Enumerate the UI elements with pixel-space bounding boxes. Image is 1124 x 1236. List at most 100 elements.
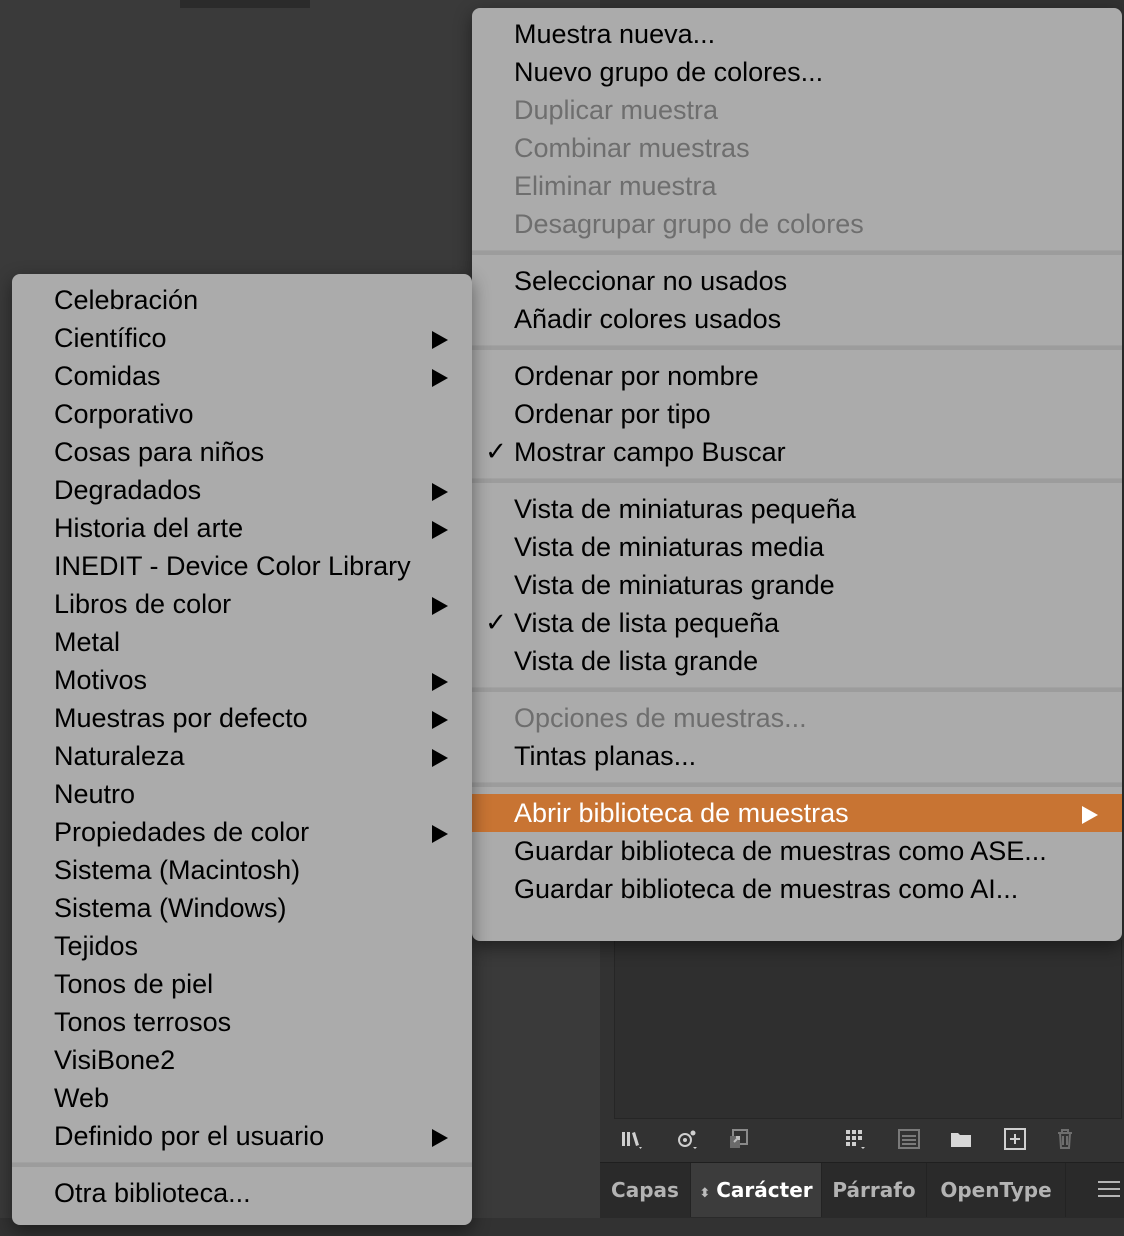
menu-group: Otra biblioteca...: [12, 1167, 472, 1212]
library-item-sistema-macintosh[interactable]: Sistema (Macintosh): [12, 851, 472, 889]
menu-item-spot-colors[interactable]: Tintas planas...: [472, 737, 1122, 775]
menu-item-sort-by-name[interactable]: Ordenar por nombre: [472, 357, 1122, 395]
menu-item-label: Historia del arte: [54, 513, 244, 543]
swatches-list-area[interactable]: [614, 940, 1122, 1119]
swatch-libraries-icon[interactable]: [618, 1126, 644, 1152]
library-item-muestras-por-defecto[interactable]: Muestras por defecto: [12, 699, 472, 737]
library-item-propiedades-de-color[interactable]: Propiedades de color: [12, 813, 472, 851]
submenu-arrow-icon: [432, 483, 448, 501]
library-item-otra-biblioteca[interactable]: Otra biblioteca...: [12, 1174, 472, 1212]
menu-item-label: Abrir biblioteca de muestras: [514, 798, 849, 828]
swatch-list-icon[interactable]: [896, 1126, 922, 1152]
show-swatch-kinds-icon[interactable]: [674, 1126, 700, 1152]
library-item-definido-por-el-usuario[interactable]: Definido por el usuario: [12, 1117, 472, 1155]
library-item-metal[interactable]: Metal: [12, 623, 472, 661]
menu-item-merge-swatches: Combinar muestras: [514, 133, 750, 163]
menu-item-select-unused[interactable]: Seleccionar no usados: [472, 262, 1122, 300]
submenu-arrow-icon: [432, 673, 448, 691]
new-color-group-grid-icon[interactable]: [842, 1126, 868, 1152]
submenu-arrow-icon: [432, 521, 448, 539]
library-item-celebracion[interactable]: Celebración: [12, 281, 472, 319]
submenu-arrow-icon: [432, 711, 448, 729]
menu-item-label: Degradados: [54, 475, 202, 505]
tab-capas[interactable]: Capas: [600, 1163, 691, 1217]
menu-item-open-swatch-library[interactable]: Abrir biblioteca de muestras: [472, 794, 1122, 832]
delete-swatch-icon[interactable]: [1052, 1126, 1078, 1152]
library-item-naturaleza[interactable]: Naturaleza: [12, 737, 472, 775]
stepper-arrows-icon: ⬍: [699, 1186, 711, 1201]
panel-menu-icon[interactable]: [1098, 1181, 1120, 1199]
menu-item-label: Definido por el usuario: [54, 1121, 325, 1151]
checkmark-icon: ✓: [485, 608, 507, 638]
menu-item-sort-by-kind[interactable]: Ordenar por tipo: [472, 395, 1122, 433]
menu-item-label: Vista de lista pequeña: [514, 608, 780, 638]
new-color-group-folder-icon[interactable]: [948, 1126, 974, 1152]
menu-item-save-library-ase[interactable]: Guardar biblioteca de muestras como ASE.…: [472, 832, 1122, 870]
menu-item-ungroup-color-group: Desagrupar grupo de colores: [514, 209, 864, 239]
library-item-neutro[interactable]: Neutro: [12, 775, 472, 813]
background-panel-strip: [180, 0, 310, 8]
menu-group: Abrir biblioteca de muestras Guardar bib…: [472, 787, 1122, 908]
menu-item-label: Muestras por defecto: [54, 703, 308, 733]
submenu-arrow-icon: [432, 369, 448, 387]
library-item-cosas-para-ninos[interactable]: Cosas para niños: [12, 433, 472, 471]
menu-item-large-thumbnail-view[interactable]: Vista de miniaturas grande: [472, 566, 1122, 604]
library-item-historia-del-arte[interactable]: Historia del arte: [12, 509, 472, 547]
new-swatch-icon[interactable]: [1002, 1126, 1028, 1152]
library-item-tonos-de-piel[interactable]: Tonos de piel: [12, 965, 472, 1003]
menu-item-medium-thumbnail-view[interactable]: Vista de miniaturas media: [472, 528, 1122, 566]
submenu-arrow-icon: [432, 749, 448, 767]
library-item-cientifico[interactable]: Científico: [12, 319, 472, 357]
menu-item-label: Motivos: [54, 665, 148, 695]
menu-item-label: Científico: [54, 323, 167, 353]
library-item-corporativo[interactable]: Corporativo: [12, 395, 472, 433]
menu-item-small-thumbnail-view[interactable]: Vista de miniaturas pequeña: [472, 490, 1122, 528]
menu-item-label: Comidas: [54, 361, 161, 391]
swatch-options-icon[interactable]: [726, 1126, 752, 1152]
library-item-comidas[interactable]: Comidas: [12, 357, 472, 395]
library-item-tejidos[interactable]: Tejidos: [12, 927, 472, 965]
submenu-arrow-icon: [432, 597, 448, 615]
library-item-web[interactable]: Web: [12, 1079, 472, 1117]
library-item-tonos-terrosos[interactable]: Tonos terrosos: [12, 1003, 472, 1041]
library-item-libros-de-color[interactable]: Libros de color: [12, 585, 472, 623]
tab-parrafo[interactable]: Párrafo: [822, 1163, 927, 1217]
menu-item-label: Propiedades de color: [54, 817, 310, 847]
menu-group: Seleccionar no usados Añadir colores usa…: [472, 255, 1122, 338]
swatches-panel-menu: Muestra nueva... Nuevo grupo de colores.…: [472, 8, 1122, 941]
library-item-sistema-windows[interactable]: Sistema (Windows): [12, 889, 472, 927]
panel-tab-bar: Capas ⬍ Carácter Párrafo OpenType: [600, 1162, 1124, 1219]
library-item-degradados[interactable]: Degradados: [12, 471, 472, 509]
library-item-visibone2[interactable]: VisiBone2: [12, 1041, 472, 1079]
tab-opentype[interactable]: OpenType: [927, 1163, 1066, 1217]
menu-item-swatch-options: Opciones de muestras...: [514, 703, 807, 733]
menu-group: Vista de miniaturas pequeña Vista de min…: [472, 483, 1122, 680]
submenu-arrow-icon: [1082, 806, 1098, 824]
library-item-inedit[interactable]: INEDIT - Device Color Library: [12, 547, 472, 585]
menu-item-new-color-group[interactable]: Nuevo grupo de colores...: [472, 53, 1122, 91]
tab-caracter-label: Carácter: [716, 1178, 813, 1202]
submenu-arrow-icon: [432, 825, 448, 843]
menu-item-show-find-field[interactable]: ✓ Mostrar campo Buscar: [472, 433, 1122, 471]
swatch-library-submenu: Celebración Científico Comidas Corporati…: [12, 274, 472, 1225]
menu-item-label: Libros de color: [54, 589, 232, 619]
submenu-arrow-icon: [432, 1129, 448, 1147]
menu-item-save-library-ai[interactable]: Guardar biblioteca de muestras como AI..…: [472, 870, 1122, 908]
tab-caracter[interactable]: ⬍ Carácter: [691, 1163, 822, 1217]
menu-group: Muestra nueva... Nuevo grupo de colores.…: [472, 8, 1122, 243]
menu-item-add-used-colors[interactable]: Añadir colores usados: [472, 300, 1122, 338]
menu-item-large-list-view[interactable]: Vista de lista grande: [472, 642, 1122, 680]
menu-item-delete-swatch: Eliminar muestra: [514, 171, 717, 201]
submenu-arrow-icon: [432, 331, 448, 349]
checkmark-icon: ✓: [485, 437, 507, 467]
menu-group: Opciones de muestras... Tintas planas...: [472, 692, 1122, 775]
menu-group: Ordenar por nombre Ordenar por tipo ✓ Mos…: [472, 350, 1122, 471]
menu-item-label: Mostrar campo Buscar: [514, 437, 786, 467]
menu-item-label: Naturaleza: [54, 741, 185, 771]
menu-item-small-list-view[interactable]: ✓ Vista de lista pequeña: [472, 604, 1122, 642]
menu-item-duplicate-swatch: Duplicar muestra: [514, 95, 719, 125]
swatches-panel-toolbar: [600, 1122, 1124, 1158]
menu-group: Celebración Científico Comidas Corporati…: [12, 274, 472, 1155]
menu-item-new-swatch[interactable]: Muestra nueva...: [472, 15, 1122, 53]
library-item-motivos[interactable]: Motivos: [12, 661, 472, 699]
